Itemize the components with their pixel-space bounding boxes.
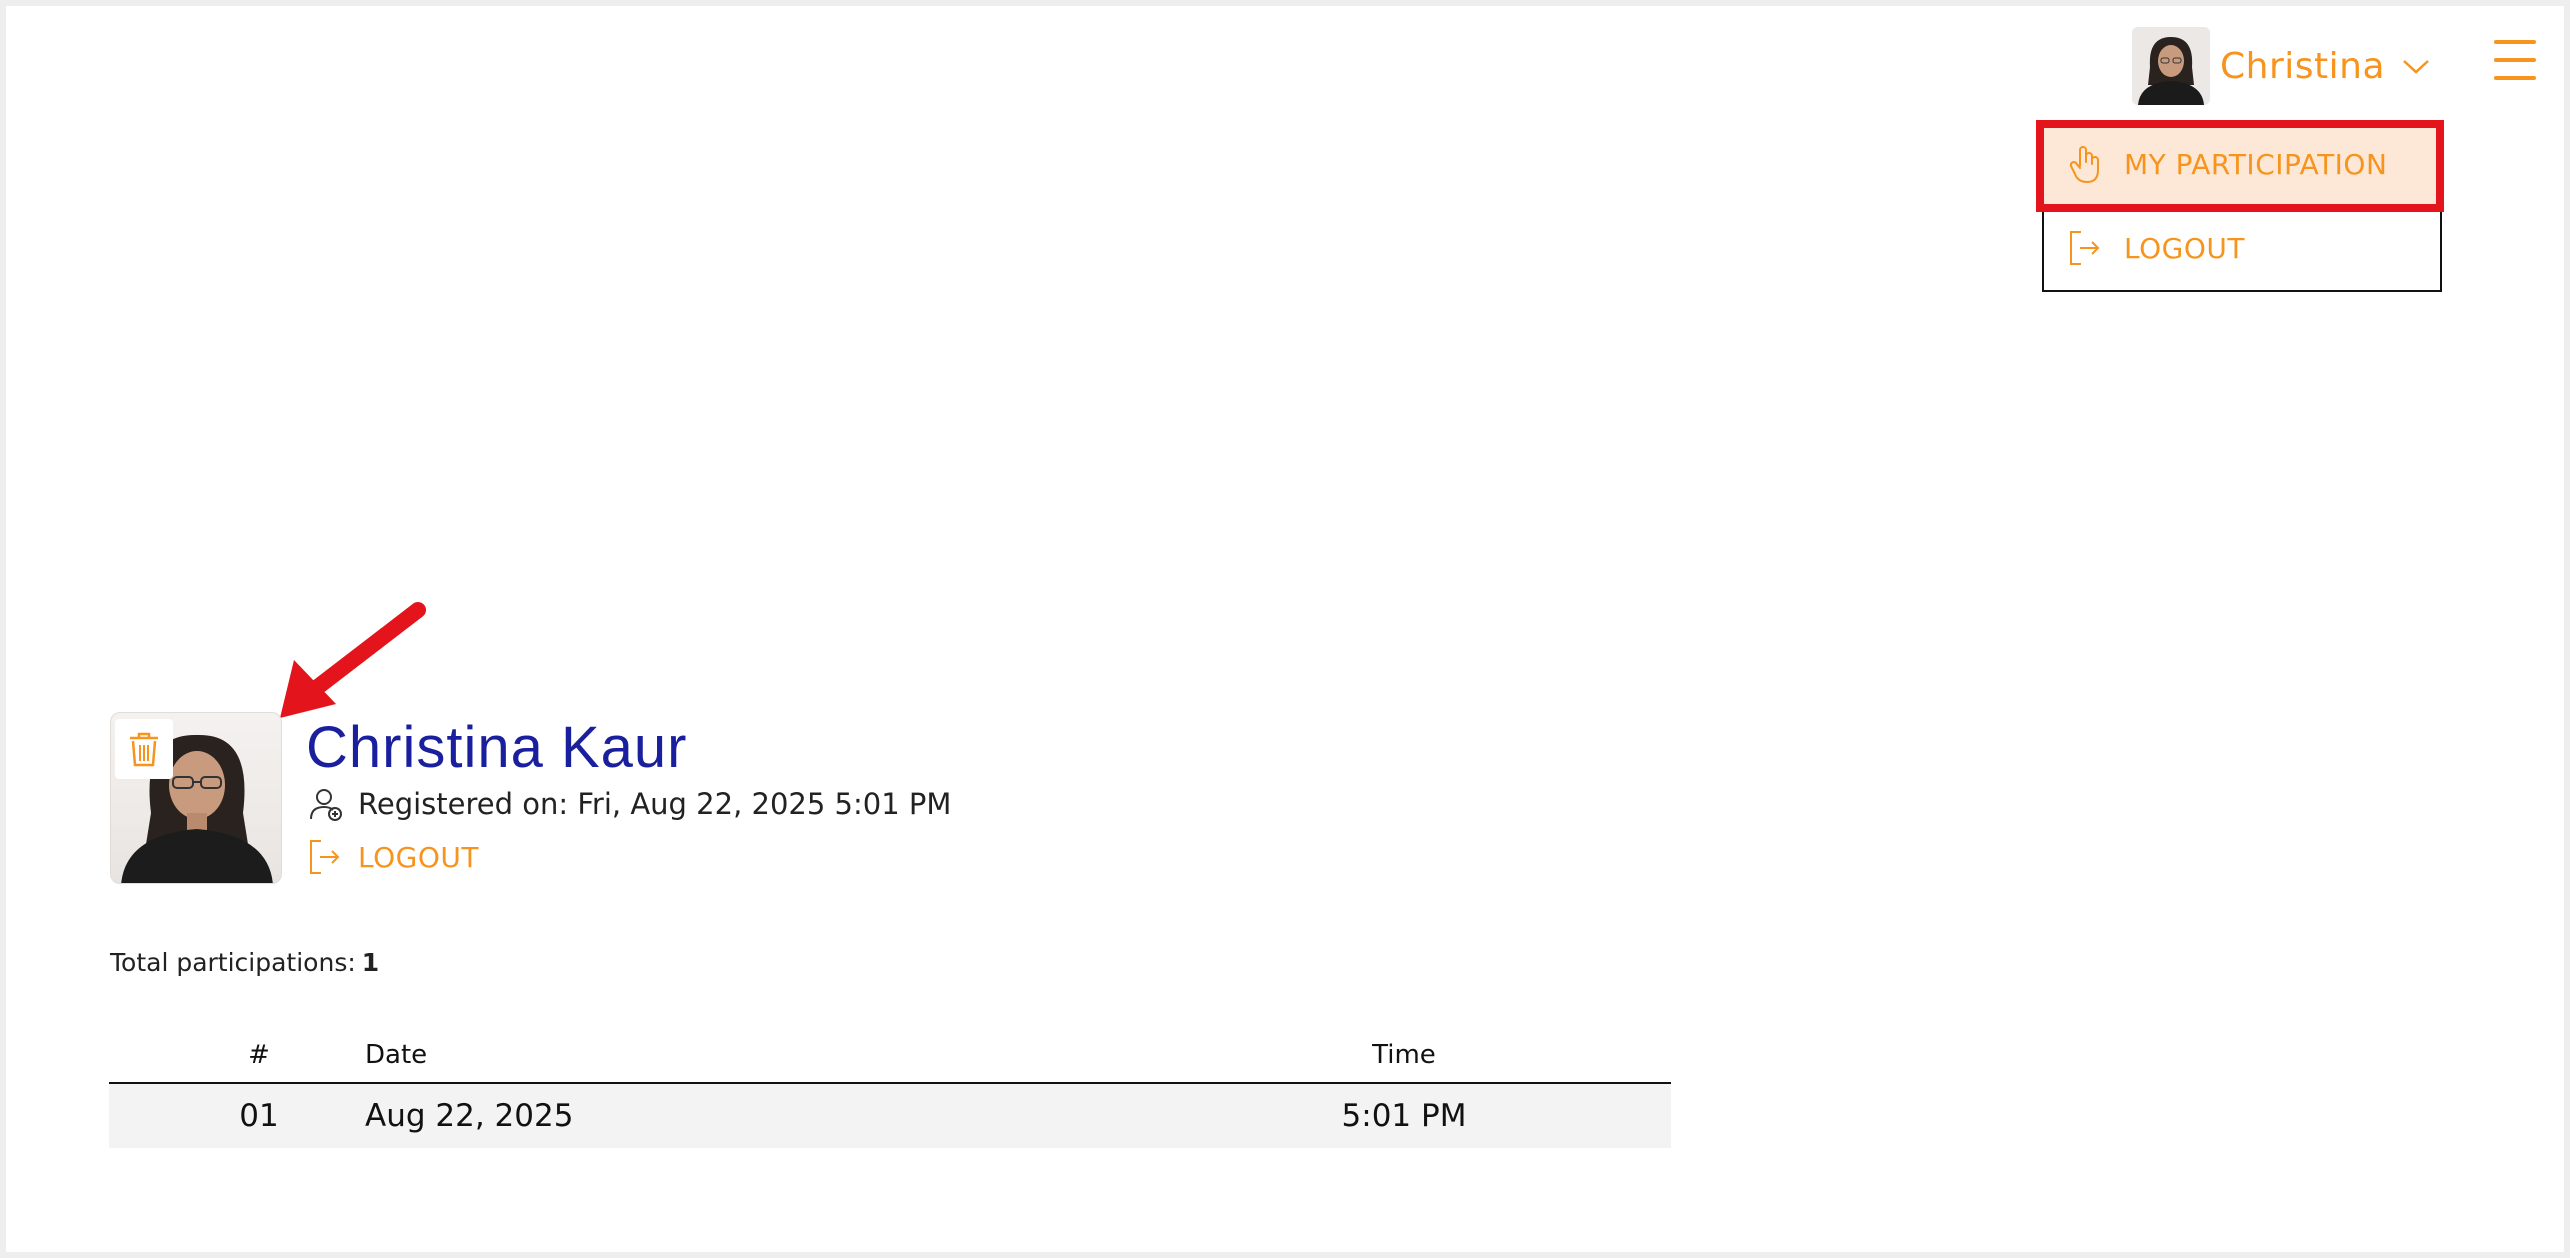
user-dropdown-menu: MY PARTICIPATION LOGOUT [2042,122,2442,292]
delete-photo-button[interactable] [115,719,173,779]
profile-name: Christina Kaur [306,715,688,780]
user-menu-toggle[interactable]: Christina [2132,26,2431,106]
table-row: 01 Aug 22, 2025 5:01 PM [109,1084,1671,1148]
column-header-number: # [248,1040,270,1070]
profile-photo [110,712,282,884]
user-add-icon [310,789,342,821]
avatar-photo [2132,27,2210,105]
registered-on-text: Registered on: Fri, Aug 22, 2025 5:01 PM [358,787,952,821]
hand-raised-icon [2069,146,2099,183]
menu-item-label: MY PARTICIPATION [2124,147,2388,181]
header-user-name: Christina [2220,45,2386,87]
registration-info: Registered on: Fri, Aug 22, 2025 5:01 PM [308,784,951,824]
logout-icon [310,840,340,874]
participation-table: # Date Time 01 Aug 22, 2025 5:01 PM [109,1032,1671,1148]
column-header-date: Date [365,1040,428,1070]
avatar [2132,27,2210,105]
logout-icon [2070,231,2100,265]
total-value: 1 [361,948,380,977]
hamburger-menu-icon[interactable] [2494,38,2538,84]
table-header: # Date Time [109,1032,1671,1084]
chevron-down-icon [2403,60,2429,74]
cell-number: 01 [239,1098,279,1134]
cell-time: 5:01 PM [1341,1098,1467,1134]
logout-label: LOGOUT [358,840,479,874]
total-participations: Total participations: 1 [110,948,379,977]
profile-logout-link[interactable]: LOGOUT [308,836,479,878]
menu-item-label: LOGOUT [2124,231,2245,265]
annotation-arrow [280,602,426,718]
menu-item-logout[interactable]: LOGOUT [2044,208,2440,288]
total-label: Total participations: [110,948,356,977]
cell-date: Aug 22, 2025 [365,1098,574,1134]
page: Christina MY PARTICIPATION LOGOUT Christ… [6,6,2564,1252]
trash-icon [130,732,158,767]
column-header-time: Time [1372,1040,1436,1070]
menu-item-my-participation[interactable]: MY PARTICIPATION [2044,124,2440,204]
